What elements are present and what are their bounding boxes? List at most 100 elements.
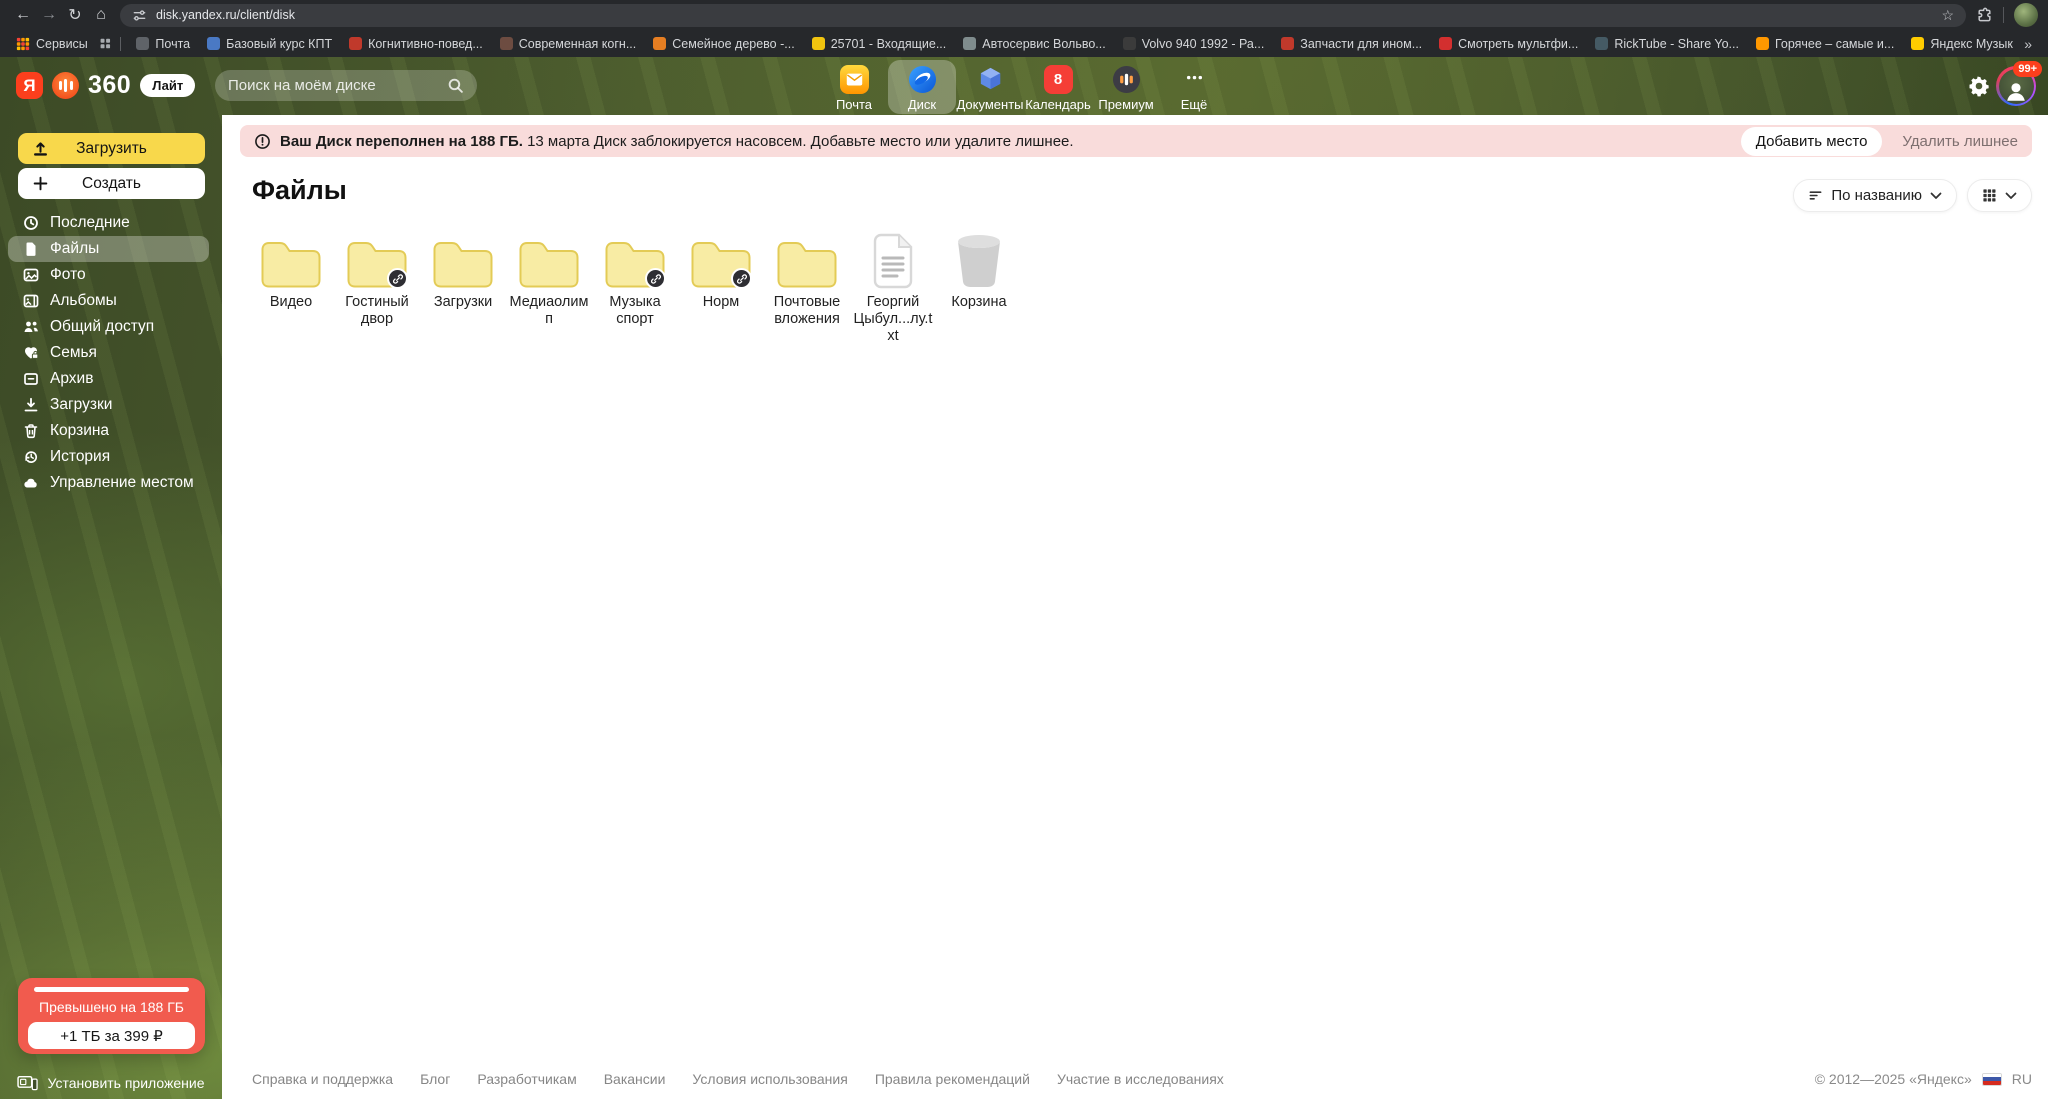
sidebar-item[interactable]: Архив xyxy=(8,366,209,392)
sidebar-item[interactable]: Общий доступ xyxy=(8,314,209,340)
home-icon[interactable]: ⌂ xyxy=(88,3,114,27)
plan-badge: Лайт xyxy=(140,74,196,97)
address-bar[interactable]: disk.yandex.ru/client/disk ☆ xyxy=(120,3,1966,27)
sidebar-item[interactable]: Фото xyxy=(8,262,209,288)
sidebar-item[interactable]: Файлы xyxy=(8,236,209,262)
bookmark-favicon xyxy=(136,37,150,50)
file-name: Гостиный двор xyxy=(345,294,409,328)
sort-button[interactable]: По названию xyxy=(1793,179,1957,212)
bookmark-label: Volvo 940 1992 - Ра... xyxy=(1141,36,1265,51)
header-app-disk-app[interactable]: Диск xyxy=(888,60,956,114)
install-app-link[interactable]: Установить приложение xyxy=(0,1075,222,1091)
bookmarks-overflow-icon[interactable]: » xyxy=(2018,36,2038,52)
bookmark-star-icon[interactable]: ☆ xyxy=(1941,7,1954,24)
apps-grid-icon[interactable] xyxy=(99,36,112,51)
site-info-icon[interactable] xyxy=(132,8,147,23)
header-app-calendar-app[interactable]: 8 Календарь xyxy=(1024,60,1092,114)
clock-icon xyxy=(23,215,39,231)
bookmark-item[interactable]: RickTube - Share Yo... xyxy=(1589,35,1745,53)
bookmark-label: Когнитивно-повед... xyxy=(368,36,483,51)
footer-link[interactable]: Блог xyxy=(420,1071,450,1087)
sidebar-item[interactable]: Загрузки xyxy=(8,392,209,418)
forward-icon[interactable]: → xyxy=(36,3,62,27)
chrome-right-controls xyxy=(1976,3,2038,27)
services-label: Сервисы xyxy=(36,36,88,51)
gear-icon[interactable] xyxy=(1968,75,1990,97)
reload-icon[interactable]: ↻ xyxy=(62,3,88,27)
header-app-label: Документы xyxy=(956,97,1024,112)
banner-bold-text: Ваш Диск переполнен на 188 ГБ. xyxy=(280,132,523,150)
view-mode-button[interactable] xyxy=(1967,179,2032,212)
search-box[interactable] xyxy=(215,70,477,101)
bookmark-item[interactable]: Когнитивно-повед... xyxy=(343,35,489,53)
bookmark-favicon xyxy=(349,37,363,50)
notifications-badge: 99+ xyxy=(2013,61,2042,77)
storage-promo-card[interactable]: Превышено на 188 ГБ +1 ТБ за 399 ₽ xyxy=(18,978,205,1054)
create-button[interactable]: Создать xyxy=(18,168,205,199)
footer-link[interactable]: Условия использования xyxy=(692,1071,847,1087)
bookmark-item[interactable]: Базовый курс КПТ xyxy=(201,35,338,53)
sidebar-item-label: Загрузки xyxy=(50,396,113,413)
footer-link[interactable]: Участие в исследованиях xyxy=(1057,1071,1224,1087)
banner-text: Ваш Диск переполнен на 188 ГБ. 13 марта … xyxy=(280,133,1074,150)
page-title: Файлы xyxy=(252,175,347,205)
sidebar-item[interactable]: Последние xyxy=(8,210,209,236)
header-app-mail-app[interactable]: Почта xyxy=(820,60,888,114)
chevron-down-icon xyxy=(2005,192,2017,200)
bookmark-item[interactable]: Современная когн... xyxy=(494,35,643,53)
bookmark-item[interactable]: Volvo 940 1992 - Ра... xyxy=(1117,35,1271,53)
browser-profile-avatar[interactable] xyxy=(2014,3,2038,27)
bookmark-label: 25701 - Входящие... xyxy=(830,36,947,51)
sidebar-item[interactable]: Корзина xyxy=(8,418,209,444)
sidebar-item[interactable]: Семья xyxy=(8,340,209,366)
file-tile-folder[interactable]: Музыка спорт xyxy=(592,227,678,328)
header-app-more-app[interactable]: Ещё xyxy=(1160,60,1228,114)
services-button[interactable]: Сервисы xyxy=(10,35,94,53)
bookmark-label: Семейное дерево -... xyxy=(672,36,795,51)
file-tile-folder[interactable]: Норм xyxy=(678,227,764,311)
file-tile-trash[interactable]: Корзина xyxy=(936,227,1022,311)
sidebar-item-label: Общий доступ xyxy=(50,318,155,335)
footer-link[interactable]: Правила рекомендаций xyxy=(875,1071,1030,1087)
file-tile-folder[interactable]: Медиаолимп xyxy=(506,227,592,328)
bookmark-item[interactable]: Яндекс Музыка —... xyxy=(1905,35,2013,53)
buy-storage-button[interactable]: +1 ТБ за 399 ₽ xyxy=(28,1022,195,1049)
file-tile-document[interactable]: Георгий Цыбул...лу.txt xyxy=(850,227,936,345)
sidebar: Загрузить Создать Последние Файлы Фото А… xyxy=(0,115,222,1099)
yandex-360-logo[interactable]: Я 360 Лайт xyxy=(16,71,196,100)
file-tile-folder[interactable]: Почтовые вложения xyxy=(764,227,850,328)
bookmark-item[interactable]: Почта xyxy=(130,35,196,53)
sidebar-item[interactable]: Альбомы xyxy=(8,288,209,314)
language-label[interactable]: RU xyxy=(2012,1071,2032,1087)
search-input[interactable] xyxy=(228,77,439,94)
sidebar-item[interactable]: История xyxy=(8,444,209,470)
back-icon[interactable]: ← xyxy=(10,3,36,27)
extensions-icon[interactable] xyxy=(1976,7,1993,24)
file-tile-folder[interactable]: Видео xyxy=(248,227,334,311)
file-tile-folder[interactable]: Загрузки xyxy=(420,227,506,311)
storage-progress-bar xyxy=(34,987,189,992)
user-avatar[interactable]: 99+ xyxy=(1996,61,2042,106)
folder-icon xyxy=(775,227,839,289)
delete-extra-link[interactable]: Удалить лишнее xyxy=(1902,133,2018,150)
footer-link[interactable]: Вакансии xyxy=(604,1071,666,1087)
bookmark-item[interactable]: Горячее – самые и... xyxy=(1750,35,1900,53)
person-icon xyxy=(2003,78,2029,104)
bookmark-favicon xyxy=(1595,37,1609,50)
bookmark-label: Яндекс Музыка —... xyxy=(1930,36,2014,51)
bookmark-item[interactable]: Автосервис Вольво... xyxy=(957,35,1111,53)
bookmark-item[interactable]: Смотреть мультфи... xyxy=(1433,35,1584,53)
file-name: Почтовые вложения xyxy=(773,294,841,328)
footer-link[interactable]: Разработчикам xyxy=(477,1071,576,1087)
header-app-premium-app[interactable]: Премиум xyxy=(1092,60,1160,114)
file-name: Загрузки xyxy=(433,294,493,310)
add-space-button[interactable]: Добавить место xyxy=(1740,126,1883,156)
sidebar-item[interactable]: Управление местом xyxy=(8,470,209,496)
bookmark-item[interactable]: 25701 - Входящие... xyxy=(806,35,953,53)
footer-link[interactable]: Справка и поддержка xyxy=(252,1071,393,1087)
file-tile-folder[interactable]: Гостиный двор xyxy=(334,227,420,328)
bookmark-item[interactable]: Запчасти для ином... xyxy=(1275,35,1428,53)
header-app-docs-app[interactable]: Документы xyxy=(956,60,1024,114)
bookmark-item[interactable]: Семейное дерево -... xyxy=(647,35,800,53)
upload-button[interactable]: Загрузить xyxy=(18,133,205,164)
